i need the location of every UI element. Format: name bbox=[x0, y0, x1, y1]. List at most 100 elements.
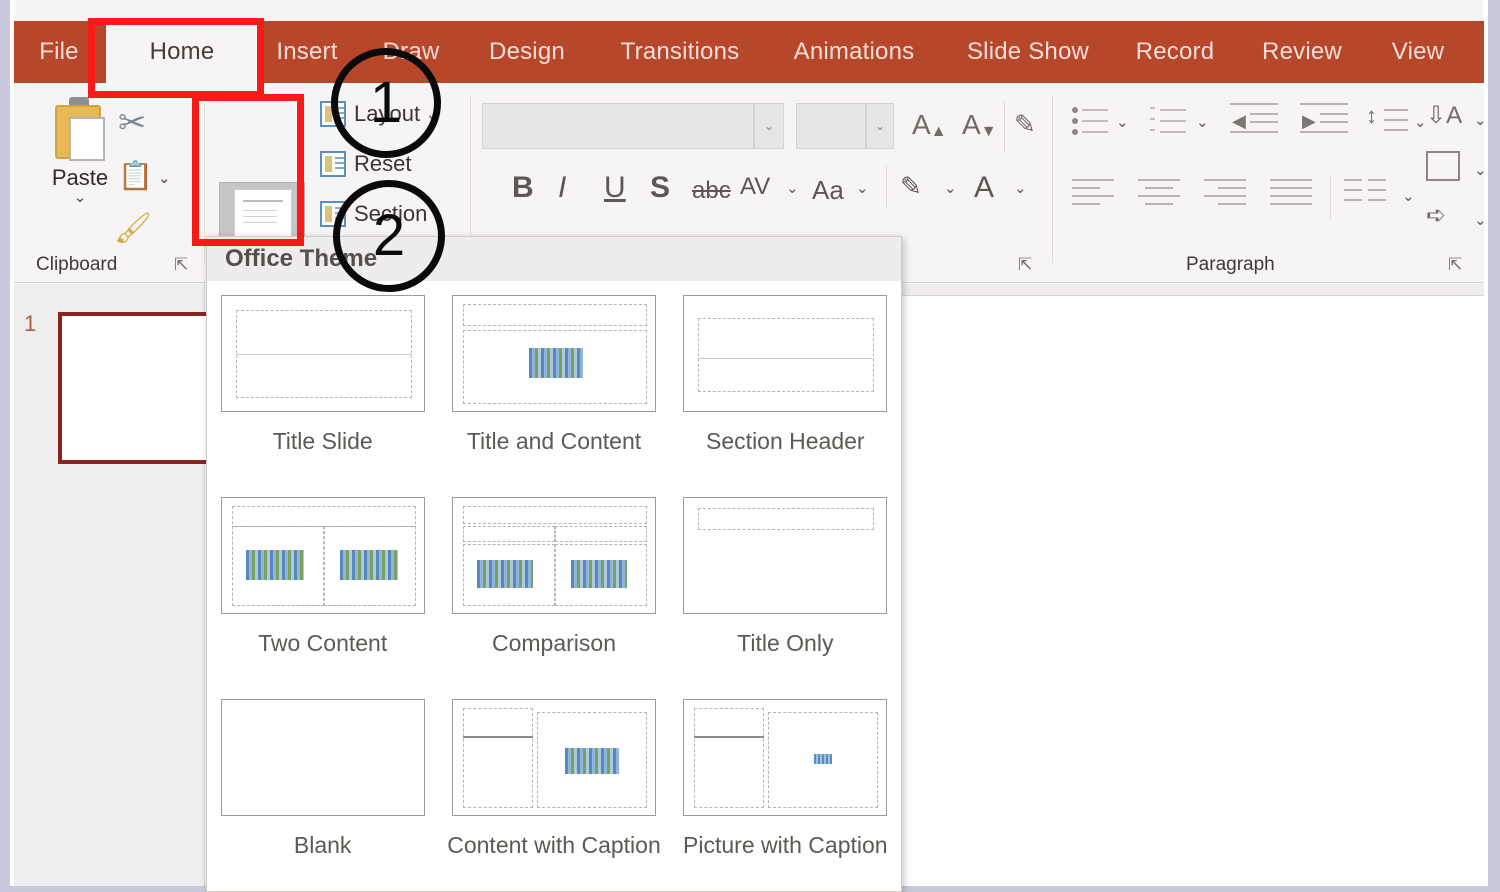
layout-option-title-and-content[interactable]: Title and Content bbox=[438, 281, 669, 483]
slide-thumbnail-pane[interactable]: 1 bbox=[14, 284, 226, 886]
font-name-chevron-down-icon[interactable]: ⌄ bbox=[754, 103, 784, 149]
bullets-chevron-down-icon[interactable]: ⌄ bbox=[1116, 113, 1129, 131]
layout-option-two-content[interactable]: Two Content bbox=[207, 483, 438, 685]
character-spacing-button[interactable]: AV bbox=[740, 173, 770, 201]
bullets-button[interactable] bbox=[1072, 105, 1112, 135]
powerpoint-window: File Home Insert Draw Design Transitions… bbox=[0, 0, 1500, 892]
change-case-button[interactable]: Aa bbox=[812, 175, 844, 206]
layout-thumb-comparison bbox=[451, 497, 656, 614]
annotation-box-home-tab bbox=[88, 18, 264, 98]
change-case-chevron-down-icon[interactable]: ⌄ bbox=[856, 179, 869, 197]
increase-indent-button[interactable]: ▶ bbox=[1300, 103, 1356, 133]
annotation-step-1: 1 bbox=[331, 48, 441, 158]
layout-label: Title Only bbox=[737, 630, 834, 656]
justify-button[interactable] bbox=[1270, 179, 1318, 209]
gallery-header: Office Theme bbox=[207, 237, 901, 281]
increase-font-size-button[interactable]: A ▲ bbox=[912, 109, 947, 141]
layout-option-blank[interactable]: Blank bbox=[207, 685, 438, 887]
slide-number: 1 bbox=[24, 311, 37, 336]
layout-thumb-blank bbox=[220, 699, 425, 816]
slide-thumbnail-1[interactable] bbox=[58, 312, 226, 464]
text-highlight-color-button[interactable]: ✎ bbox=[900, 171, 922, 202]
format-painter-button[interactable]: 🖌 bbox=[114, 211, 152, 246]
layout-label: Title Slide bbox=[272, 428, 373, 454]
font-size-chevron-down-icon[interactable]: ⌄ bbox=[866, 103, 894, 149]
layout-thumb-title-slide bbox=[220, 295, 425, 412]
tab-design[interactable]: Design bbox=[472, 21, 582, 83]
decrease-indent-button[interactable]: ◀ bbox=[1230, 103, 1286, 133]
layout-label: Blank bbox=[293, 832, 352, 858]
copy-button[interactable]: 📋 bbox=[118, 159, 153, 192]
font-color-button[interactable]: A bbox=[974, 171, 994, 205]
bold-button[interactable]: B bbox=[512, 171, 534, 205]
layout-option-title-only[interactable]: Title Only bbox=[670, 483, 901, 685]
layout-option-section-header[interactable]: Section Header bbox=[670, 281, 901, 483]
text-direction-chevron-down-icon[interactable]: ⌄ bbox=[1474, 111, 1487, 129]
columns-button[interactable] bbox=[1344, 179, 1392, 209]
decrease-font-size-button[interactable]: A ▼ bbox=[962, 109, 997, 141]
layout-thumb-section-header bbox=[683, 295, 888, 412]
paste-label: Paste bbox=[51, 165, 109, 190]
convert-to-smartart-button[interactable]: ➪ bbox=[1426, 201, 1472, 231]
text-shadow-button[interactable]: S bbox=[650, 171, 670, 205]
numbering-chevron-down-icon[interactable]: ⌄ bbox=[1196, 113, 1209, 131]
font-size-input[interactable] bbox=[796, 103, 866, 149]
text-highlight-chevron-down-icon[interactable]: ⌄ bbox=[944, 179, 957, 197]
layout-label: Comparison bbox=[491, 630, 616, 656]
font-color-chevron-down-icon[interactable]: ⌄ bbox=[1014, 179, 1027, 197]
smartart-chevron-down-icon[interactable]: ⌄ bbox=[1474, 211, 1487, 229]
paste-icon bbox=[49, 95, 111, 163]
layout-label: Section Header bbox=[706, 428, 865, 454]
align-center-button[interactable] bbox=[1138, 179, 1186, 209]
tab-review[interactable]: Review bbox=[1248, 21, 1356, 83]
reset-icon bbox=[320, 151, 346, 177]
layout-label: Content with Caption bbox=[447, 832, 661, 858]
align-text-chevron-down-icon[interactable]: ⌄ bbox=[1474, 161, 1487, 179]
layout-thumb-picture-with-caption bbox=[683, 699, 888, 816]
chevron-down-icon[interactable]: ⌄ bbox=[40, 190, 120, 205]
tab-view[interactable]: View bbox=[1376, 21, 1460, 83]
strikethrough-button[interactable]: abc bbox=[692, 177, 731, 205]
layout-label: Picture with Caption bbox=[683, 832, 888, 858]
line-spacing-button[interactable]: ↕ bbox=[1366, 103, 1410, 133]
line-spacing-chevron-down-icon[interactable]: ⌄ bbox=[1414, 113, 1427, 131]
layout-grid: Title Slide Title and Content Section He… bbox=[207, 281, 901, 887]
font-dialog-launcher-icon[interactable]: ⇱ bbox=[1018, 256, 1036, 274]
align-right-button[interactable] bbox=[1204, 179, 1252, 209]
layout-thumb-two-content bbox=[220, 497, 425, 614]
layout-label: Two Content bbox=[258, 630, 388, 656]
cut-button[interactable]: ✂ bbox=[118, 103, 147, 143]
tab-record[interactable]: Record bbox=[1122, 21, 1228, 83]
clipboard-group-label: Clipboard bbox=[36, 254, 118, 275]
tab-file[interactable]: File bbox=[28, 21, 90, 83]
annotation-box-new-slide bbox=[192, 94, 304, 246]
layout-option-comparison[interactable]: Comparison bbox=[438, 483, 669, 685]
tab-animations[interactable]: Animations bbox=[776, 21, 932, 83]
paragraph-group-label: Paragraph bbox=[1186, 254, 1275, 275]
layout-option-content-with-caption[interactable]: Content with Caption bbox=[438, 685, 669, 887]
tab-slide-show[interactable]: Slide Show bbox=[952, 21, 1104, 83]
tab-transitions[interactable]: Transitions bbox=[604, 21, 756, 83]
paragraph-dialog-launcher-icon[interactable]: ⇱ bbox=[1448, 256, 1466, 274]
underline-button[interactable]: U bbox=[604, 171, 626, 205]
italic-button[interactable]: I bbox=[558, 171, 566, 205]
align-text-button[interactable] bbox=[1426, 151, 1472, 181]
layout-option-title-slide[interactable]: Title Slide bbox=[207, 281, 438, 483]
numbering-button[interactable] bbox=[1150, 105, 1190, 135]
font-name-input[interactable] bbox=[482, 103, 754, 149]
copy-chevron-down-icon[interactable]: ⌄ bbox=[158, 169, 171, 187]
layout-option-picture-with-caption[interactable]: Picture with Caption bbox=[670, 685, 901, 887]
align-left-button[interactable] bbox=[1072, 179, 1120, 209]
new-slide-layout-gallery: Office Theme Title Slide Title and Conte… bbox=[206, 236, 902, 892]
columns-chevron-down-icon[interactable]: ⌄ bbox=[1402, 187, 1415, 205]
paste-button[interactable]: Paste ⌄ bbox=[40, 95, 120, 205]
clipboard-dialog-launcher-icon[interactable]: ⇱ bbox=[174, 256, 192, 274]
annotation-step-2: 2 bbox=[333, 180, 445, 292]
layout-thumb-content-with-caption bbox=[451, 699, 656, 816]
text-direction-button[interactable]: ⇩A bbox=[1426, 101, 1472, 131]
clear-all-formatting-button[interactable]: ✎ bbox=[1014, 109, 1036, 140]
character-spacing-chevron-down-icon[interactable]: ⌄ bbox=[786, 179, 799, 197]
layout-label: Title and Content bbox=[466, 428, 642, 454]
layout-thumb-title-and-content bbox=[451, 295, 656, 412]
layout-thumb-title-only bbox=[683, 497, 888, 614]
